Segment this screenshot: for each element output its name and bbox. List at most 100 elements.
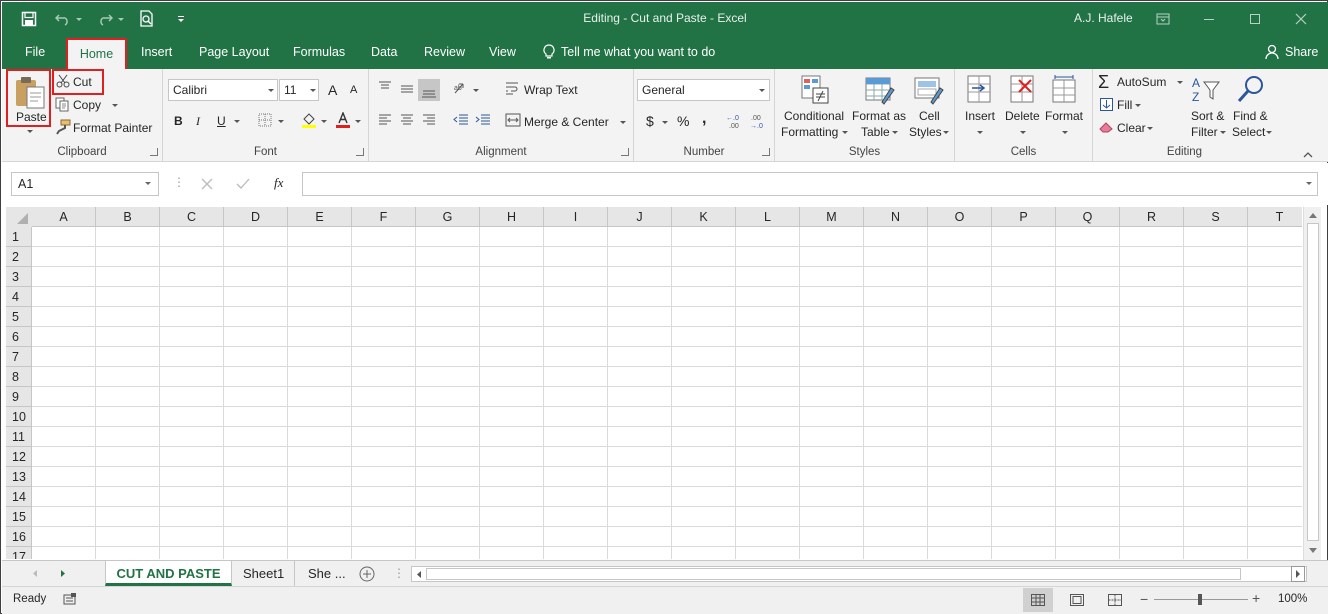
column-header[interactable]: J [608,207,672,227]
currency-button[interactable]: $ [646,113,654,129]
italic-button[interactable]: I [196,114,200,129]
comma-button[interactable]: , [702,110,706,128]
autosum-dropdown-icon[interactable] [1177,81,1183,84]
zoom-slider-thumb[interactable] [1198,594,1202,605]
vertical-scrollbar[interactable] [1303,207,1321,560]
insert-label[interactable]: Insert [965,109,995,123]
clear-label[interactable]: Clear [1117,121,1146,135]
column-header[interactable]: P [992,207,1056,227]
tab-data[interactable]: Data [371,45,397,59]
borders-dropdown-icon[interactable] [278,120,284,123]
orientation-icon[interactable]: ab [453,81,469,98]
font-name-input[interactable]: Calibri [168,79,278,101]
insert-function-button[interactable]: fx [274,175,283,191]
fill-color-dropdown-icon[interactable] [321,120,327,123]
formula-input[interactable] [302,172,1318,196]
number-format-select[interactable]: General [637,79,770,101]
grow-font-button[interactable]: A [328,82,337,98]
scroll-right-icon[interactable] [1291,566,1305,582]
row-header[interactable]: 2 [6,247,32,267]
row-header[interactable]: 14 [6,487,32,507]
font-color-dropdown-icon[interactable] [355,120,361,123]
borders-icon[interactable] [258,113,272,130]
align-center-icon[interactable] [400,114,414,129]
column-header[interactable]: D [224,207,288,227]
conditional-formatting-dropdown-icon[interactable] [842,131,848,134]
column-header[interactable]: L [736,207,800,227]
row-header[interactable]: 10 [6,407,32,427]
zoom-level[interactable]: 100% [1278,593,1307,605]
sheet-tab-more[interactable]: She ... [308,561,346,586]
vertical-scroll-thumb[interactable] [1307,223,1319,541]
clear-dropdown-icon[interactable] [1147,127,1153,130]
cell-area[interactable] [32,227,1302,559]
align-top-icon[interactable] [378,81,392,96]
format-as-table-icon[interactable] [864,74,896,109]
column-header[interactable]: E [288,207,352,227]
autosum-icon[interactable]: Σ [1098,72,1109,93]
column-header[interactable]: R [1120,207,1184,227]
ribbon-display-options-icon[interactable] [1150,7,1176,31]
copy-dropdown-icon[interactable] [112,104,118,107]
decrease-decimal-icon[interactable]: .00 →.0 [750,113,768,132]
macro-recording-icon[interactable] [63,592,77,606]
maximize-icon[interactable] [1242,7,1268,31]
row-header[interactable]: 17 [6,547,32,559]
row-header[interactable]: 1 [6,227,32,247]
column-header[interactable]: H [480,207,544,227]
row-header[interactable]: 4 [6,287,32,307]
tab-file[interactable]: File [25,45,45,59]
column-header[interactable]: G [416,207,480,227]
collapse-ribbon-icon[interactable] [1303,147,1313,161]
cell-styles-icon[interactable] [913,74,945,109]
sort-filter-icon[interactable]: AZ [1191,74,1221,107]
column-header[interactable]: T [1248,207,1302,227]
delete-dropdown-icon[interactable] [1020,131,1026,134]
format-as-table-label-1[interactable]: Format as [852,109,906,123]
column-header[interactable]: A [32,207,96,227]
formula-bar-grip-icon[interactable]: ⋮ [173,175,185,189]
paste-label[interactable]: Paste [16,110,47,124]
find-select-label-2[interactable]: Select [1232,125,1265,139]
select-all-corner[interactable] [6,207,32,227]
sort-filter-dropdown-icon[interactable] [1220,131,1226,134]
scissors-icon[interactable] [56,74,70,91]
tab-formulas[interactable]: Formulas [293,45,345,59]
column-header[interactable]: K [672,207,736,227]
zoom-out-button[interactable]: − [1140,591,1148,607]
fill-dropdown-icon[interactable] [1135,104,1141,107]
name-box-dropdown-icon[interactable] [145,182,151,185]
prev-sheet-icon[interactable] [31,569,39,578]
page-break-view-icon[interactable] [1108,594,1122,606]
row-header[interactable]: 12 [6,447,32,467]
horizontal-scroll-thumb[interactable] [426,568,1241,580]
format-label[interactable]: Format [1045,109,1083,123]
sheet-tab-sheet1[interactable]: Sheet1 [243,561,284,586]
fill-color-icon[interactable] [301,112,317,131]
align-left-icon[interactable] [378,114,392,129]
row-header[interactable]: 13 [6,467,32,487]
cancel-entry-icon[interactable] [201,178,213,193]
bold-button[interactable]: B [174,114,183,128]
sheet-split-grip-icon[interactable]: ⋮ [393,566,405,580]
row-header[interactable]: 6 [6,327,32,347]
sort-filter-label-2[interactable]: Filter [1191,125,1218,139]
format-painter-label[interactable]: Format Painter [73,121,152,135]
format-as-table-dropdown-icon[interactable] [892,131,898,134]
merge-center-icon[interactable] [505,113,521,130]
name-box[interactable]: A1 [11,172,159,196]
row-header[interactable]: 8 [6,367,32,387]
font-dialog-launcher[interactable] [356,148,364,156]
column-header[interactable]: S [1184,207,1248,227]
user-name[interactable]: A.J. Hafele [1074,11,1133,25]
column-header[interactable]: O [928,207,992,227]
tell-me-box[interactable]: Tell me what you want to do [543,44,715,60]
number-dialog-launcher[interactable] [762,148,770,156]
wrap-text-icon[interactable] [505,81,519,98]
number-format-dropdown-icon[interactable] [759,89,765,92]
format-dropdown-icon[interactable] [1062,131,1068,134]
cell-styles-dropdown-icon[interactable] [943,131,949,134]
conditional-formatting-label-2[interactable]: Formatting [781,125,838,139]
wrap-text-label[interactable]: Wrap Text [524,83,578,97]
format-cells-icon[interactable] [1049,74,1079,107]
